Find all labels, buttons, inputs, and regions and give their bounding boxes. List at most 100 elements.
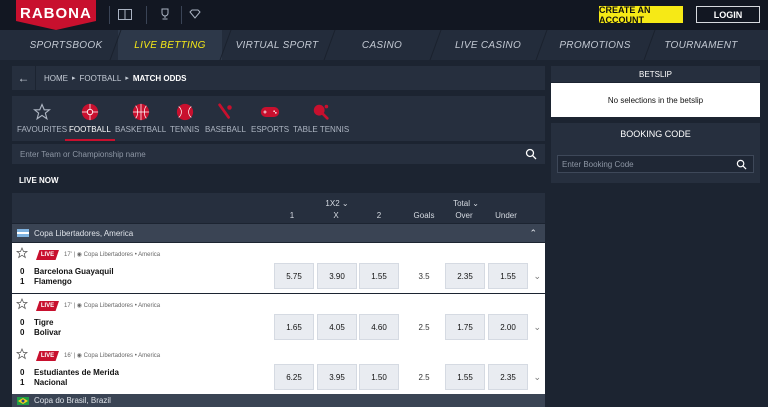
betslip-empty-message: No selections in the betslip: [551, 83, 760, 117]
nav-live-casino[interactable]: LIVE CASINO: [438, 30, 538, 60]
star-icon: [32, 102, 52, 122]
odd-draw[interactable]: 4.05: [317, 314, 357, 340]
home-score: 0: [20, 318, 25, 327]
match-row[interactable]: LIVE 17' | ◉ Copa Libertadores • America…: [12, 243, 545, 293]
trophy-icon[interactable]: [157, 7, 173, 21]
sport-tab-table-tennis[interactable]: TABLE TENNIS: [293, 102, 349, 134]
match-meta: 17' | ◉ Copa Libertadores • America: [64, 252, 161, 258]
home-team: Barcelona Guayaquil: [34, 267, 114, 276]
away-team: Bolivar: [34, 328, 62, 337]
nav-casino[interactable]: CASINO: [332, 30, 432, 60]
col-x: X: [333, 211, 339, 220]
favourite-star-icon[interactable]: [16, 348, 28, 360]
odd-away[interactable]: 1.50: [359, 364, 399, 390]
chevron-down-icon[interactable]: ⌄: [533, 322, 541, 333]
book-icon[interactable]: [117, 7, 133, 21]
sport-tab-favourites[interactable]: FAVOURITES: [17, 102, 67, 134]
gamepad-icon: [260, 102, 280, 122]
globe-icon: ◉: [76, 303, 82, 309]
match-row[interactable]: LIVE 17' | ◉ Copa Libertadores • America…: [12, 294, 545, 344]
nav-virtual-sport[interactable]: VIRTUAL SPORT: [228, 30, 326, 60]
odd-away[interactable]: 1.55: [359, 263, 399, 289]
odds-header: 1X2 ⌄ Total ⌄ 1 X 2 Goals Over Under: [12, 193, 545, 223]
active-tab-underline: [65, 139, 115, 141]
nav-tournament[interactable]: TOURNAMENT: [652, 30, 750, 60]
sports-tabs: FAVOURITES FOOTBALL BASKETBALL TENNIS BA…: [12, 96, 545, 141]
col-over: Over: [455, 211, 473, 220]
betslip-panel: BETSLIP No selections in the betslip: [551, 66, 760, 117]
chevron-up-icon[interactable]: ⌃: [529, 228, 537, 239]
chevron-down-icon: ⌄: [472, 199, 479, 208]
rabona-logo[interactable]: RABONA: [16, 0, 96, 30]
goals-line: 3.5: [418, 271, 430, 281]
login-button[interactable]: LOGIN: [696, 6, 760, 23]
odd-away[interactable]: 4.60: [359, 314, 399, 340]
table-tennis-icon: [311, 102, 331, 122]
match-row[interactable]: LIVE 16' | ◉ Copa Libertadores • America…: [12, 344, 545, 394]
tennis-icon: [175, 102, 195, 122]
odd-draw[interactable]: 3.90: [317, 263, 357, 289]
market-1x2-dropdown[interactable]: 1X2 ⌄: [315, 199, 359, 208]
divider: [109, 6, 110, 24]
breadcrumb: ← HOME ▸ FOOTBALL ▸ MATCH ODDS: [12, 66, 545, 90]
favourite-star-icon[interactable]: [16, 247, 28, 259]
odd-under[interactable]: 1.55: [488, 263, 528, 289]
breadcrumb-football[interactable]: FOOTBALL: [80, 74, 122, 83]
back-arrow-icon[interactable]: ←: [12, 66, 36, 90]
live-badge: LIVE: [36, 250, 59, 260]
odd-home[interactable]: 5.75: [274, 263, 314, 289]
match-meta: 17' | ◉ Copa Libertadores • America: [64, 303, 161, 309]
odd-draw[interactable]: 3.95: [317, 364, 357, 390]
search-icon[interactable]: [525, 148, 537, 160]
sport-tab-football[interactable]: FOOTBALL: [65, 102, 115, 141]
odd-home[interactable]: 1.65: [274, 314, 314, 340]
globe-icon: ◉: [76, 353, 82, 359]
search-icon[interactable]: [736, 159, 747, 170]
chevron-down-icon[interactable]: ⌄: [533, 372, 541, 383]
odd-home[interactable]: 6.25: [274, 364, 314, 390]
nav-sportsbook[interactable]: SPORTSBOOK: [20, 30, 112, 60]
sport-tab-basketball[interactable]: BASKETBALL: [115, 102, 166, 134]
away-team: Nacional: [34, 378, 68, 387]
breadcrumb-separator: ▸: [125, 75, 129, 82]
chevron-down-icon: ⌄: [341, 199, 349, 208]
goals-line: 2.5: [418, 322, 430, 332]
col-2: 2: [376, 211, 382, 220]
league-header[interactable]: Copa Libertadores, America ⌃: [12, 224, 545, 242]
home-score: 0: [20, 368, 25, 377]
odd-under[interactable]: 2.35: [488, 364, 528, 390]
odd-over[interactable]: 1.75: [445, 314, 485, 340]
away-score: 0: [20, 328, 25, 337]
diamond-icon[interactable]: [187, 7, 203, 21]
divider: [181, 6, 182, 24]
booking-code-input[interactable]: Enter Booking Code: [557, 155, 754, 173]
home-team: Estudiantes de Merida: [34, 368, 119, 377]
sport-tab-esports[interactable]: ESPORTS: [251, 102, 289, 134]
col-1: 1: [289, 211, 295, 220]
market-total-dropdown[interactable]: Total ⌄: [444, 199, 488, 208]
team-search-input[interactable]: Enter Team or Championship name: [12, 144, 545, 164]
sport-tab-baseball[interactable]: BASEBALL: [205, 102, 246, 134]
basketball-icon: [131, 102, 151, 122]
baseball-icon: [215, 102, 235, 122]
goals-line: 2.5: [418, 372, 430, 382]
home-team: Tigre: [34, 318, 54, 327]
odd-under[interactable]: 2.00: [488, 314, 528, 340]
sport-tab-tennis[interactable]: TENNIS: [170, 102, 199, 134]
league-header[interactable]: Copa do Brasil, Brazil: [12, 394, 545, 407]
breadcrumb-separator: ▸: [72, 75, 76, 82]
chevron-down-icon[interactable]: ⌄: [533, 271, 541, 282]
away-score: 1: [20, 277, 25, 286]
live-now-heading: LIVE NOW: [19, 176, 59, 185]
odd-over[interactable]: 2.35: [445, 263, 485, 289]
top-bar: RABONA CREATE AN ACCOUNT LOGIN: [0, 0, 768, 30]
breadcrumb-home[interactable]: HOME: [44, 74, 68, 83]
home-score: 0: [20, 267, 25, 276]
create-account-button[interactable]: CREATE AN ACCOUNT: [599, 5, 683, 25]
col-under: Under: [495, 211, 517, 220]
favourite-star-icon[interactable]: [16, 298, 28, 310]
divider: [146, 6, 147, 24]
nav-live-betting[interactable]: LIVE BETTING: [118, 30, 222, 60]
nav-promotions[interactable]: PROMOTIONS: [544, 30, 646, 60]
odd-over[interactable]: 1.55: [445, 364, 485, 390]
